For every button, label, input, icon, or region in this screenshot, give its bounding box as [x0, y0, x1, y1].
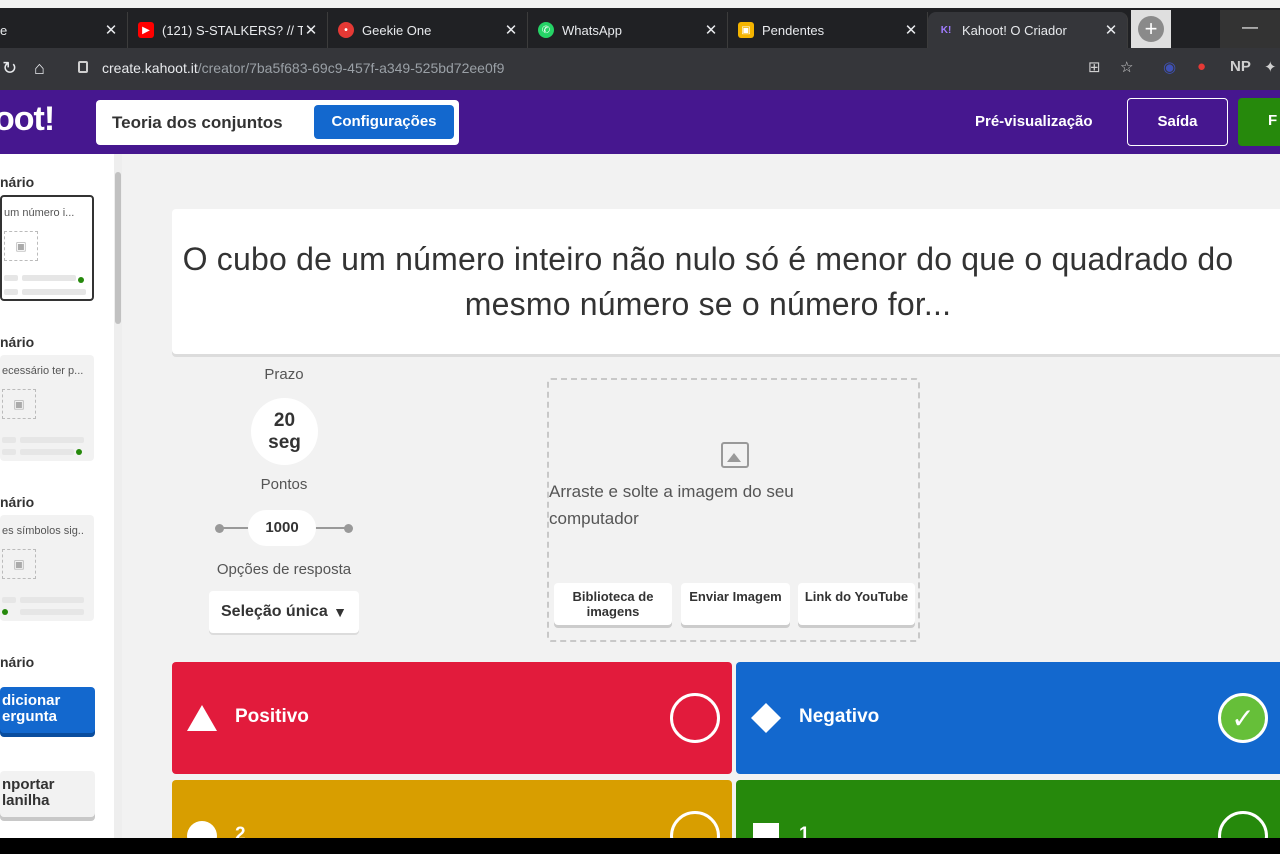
dropdown-arrow-icon: ▼: [333, 604, 347, 620]
close-icon[interactable]: ✕: [1103, 21, 1119, 39]
image-icon: [721, 442, 749, 468]
answer-text: Positivo: [235, 706, 309, 727]
points-slider-min[interactable]: [215, 524, 224, 533]
points-slider-max[interactable]: [344, 524, 353, 533]
image-placeholder-icon: ▣: [2, 549, 36, 579]
question-type-label: nário: [0, 334, 35, 350]
translate-icon[interactable]: ⊞: [1088, 58, 1101, 76]
kahoot-logo[interactable]: oot!: [0, 100, 55, 139]
exit-button[interactable]: Saída: [1127, 98, 1228, 146]
close-icon[interactable]: ✕: [503, 21, 519, 39]
upload-image-button[interactable]: Enviar Imagem: [681, 583, 790, 625]
time-limit-button[interactable]: 20 seg: [251, 398, 318, 465]
question-thumbnail[interactable]: ecessário ter p... ▣: [0, 355, 94, 461]
question-text-field[interactable]: O cubo de um número inteiro não nulo só …: [172, 209, 1280, 354]
time-limit-label: Prazo: [264, 366, 304, 383]
star-icon[interactable]: ☆: [1120, 58, 1133, 76]
tab-title: e: [0, 22, 8, 38]
settings-button[interactable]: Configurações: [314, 105, 454, 139]
browser-tab[interactable]: ▣ Pendentes ✕: [728, 12, 928, 48]
answer-options-value: Seleção única: [221, 603, 328, 620]
question-thumbnail[interactable]: es símbolos sig... ▣: [0, 515, 94, 621]
kahoot-header: oot! Teoria dos conjuntos Configurações …: [0, 90, 1280, 154]
lock-icon: [78, 61, 88, 73]
mark-correct-toggle[interactable]: [670, 693, 720, 743]
answer-options-label: Opções de resposta: [216, 561, 352, 578]
close-icon[interactable]: ✕: [703, 21, 719, 39]
close-icon[interactable]: ✕: [903, 21, 919, 39]
tab-title: WhatsApp: [562, 22, 622, 38]
browser-tab[interactable]: • Geekie One ✕: [328, 12, 528, 48]
thumbnail-question-text: es símbolos sig...: [2, 525, 84, 537]
extension-icon[interactable]: ●: [1197, 58, 1206, 75]
browser-tab[interactable]: ✆ WhatsApp ✕: [528, 12, 728, 48]
answer-options-select[interactable]: Seleção única ▼: [209, 591, 359, 633]
puzzle-icon[interactable]: ✦: [1264, 58, 1277, 76]
thumbnail-question-text: um número i...: [4, 207, 75, 219]
youtube-link-button[interactable]: Link do YouTube: [798, 583, 915, 625]
minimize-button[interactable]: —: [1220, 10, 1280, 48]
time-limit-unit: seg: [268, 432, 301, 453]
diamond-icon: [751, 703, 781, 733]
screen: e ✕ ▶ (121) S-STALKERS? // Ti ✕ • Geekie…: [0, 0, 1280, 854]
kahoot-icon: K!: [940, 24, 952, 36]
answer-text: Negativo: [799, 706, 880, 727]
import-spreadsheet-button[interactable]: nportar lanilha: [0, 771, 95, 817]
close-icon[interactable]: ✕: [303, 21, 319, 39]
sidebar-scrollbar-thumb[interactable]: [115, 172, 121, 324]
points-value[interactable]: 1000: [248, 510, 316, 546]
url-field[interactable]: create.kahoot.it/creator/7ba5f683-69c9-4…: [102, 60, 504, 76]
correct-indicator-icon: [78, 277, 84, 283]
close-icon[interactable]: ✕: [103, 21, 119, 39]
tab-title: Geekie One: [362, 22, 432, 38]
browser-tab[interactable]: ▶ (121) S-STALKERS? // Ti ✕: [128, 12, 328, 48]
browser-tab-strip: e ✕ ▶ (121) S-STALKERS? // Ti ✕ • Geekie…: [0, 8, 1280, 48]
preview-button[interactable]: Pré-visualização: [975, 113, 1093, 130]
correct-check-icon[interactable]: ✓: [1218, 693, 1268, 743]
classroom-icon: ▣: [738, 22, 754, 38]
question-thumbnail-selected[interactable]: um número i... ▣: [0, 195, 94, 301]
youtube-icon: ▶: [138, 22, 154, 38]
tab-title: (121) S-STALKERS? // Ti: [162, 22, 303, 38]
time-limit-value: 20: [273, 410, 296, 431]
correct-indicator-icon: [2, 609, 8, 615]
reload-icon[interactable]: ↻: [2, 58, 17, 79]
browser-tab[interactable]: e ✕: [0, 12, 128, 48]
extension-icon[interactable]: ◉: [1163, 58, 1176, 76]
dropzone-text: Arraste e solte a imagem do seu computad…: [549, 482, 794, 528]
kahoot-title: Teoria dos conjuntos: [112, 112, 283, 132]
letterbox-bar: [0, 838, 1280, 854]
image-placeholder-icon: ▣: [2, 389, 36, 419]
points-label: Pontos: [260, 476, 308, 493]
plus-icon: +: [1138, 16, 1164, 42]
tab-title: Pendentes: [762, 22, 825, 38]
question-type-label: nário: [0, 494, 35, 510]
new-tab-button[interactable]: +: [1131, 10, 1171, 48]
geekie-icon: •: [338, 22, 354, 38]
tab-title: Kahoot! O Criador: [962, 22, 1067, 38]
image-placeholder-icon: ▣: [4, 231, 38, 261]
home-icon[interactable]: ⌂: [34, 58, 45, 79]
image-library-button[interactable]: Biblioteca de imagens: [554, 583, 672, 625]
answer-1[interactable]: Positivo: [172, 662, 732, 774]
triangle-icon: [187, 705, 217, 731]
extension-np[interactable]: NP: [1230, 58, 1251, 75]
question-type-label: nário: [0, 174, 35, 190]
question-type-label: nário: [0, 654, 35, 670]
browser-tab-active[interactable]: K! Kahoot! O Criador ✕: [928, 12, 1128, 48]
kahoot-title-field[interactable]: Teoria dos conjuntos Configurações: [96, 100, 459, 145]
question-list-sidebar: nário um número i... ▣ nário ecessário t…: [0, 154, 122, 838]
add-question-button[interactable]: dicionar ergunta: [0, 687, 95, 733]
image-dropzone[interactable]: Arraste e solte a imagem do seu computad…: [547, 378, 920, 642]
address-bar: ↻ ⌂ create.kahoot.it/creator/7ba5f683-69…: [0, 48, 1280, 90]
thumbnail-question-text: ecessário ter p...: [2, 365, 84, 377]
done-button[interactable]: F: [1238, 98, 1280, 146]
correct-indicator-icon: [76, 449, 82, 455]
answer-2[interactable]: Negativo ✓: [736, 662, 1280, 774]
whatsapp-icon: ✆: [538, 22, 554, 38]
